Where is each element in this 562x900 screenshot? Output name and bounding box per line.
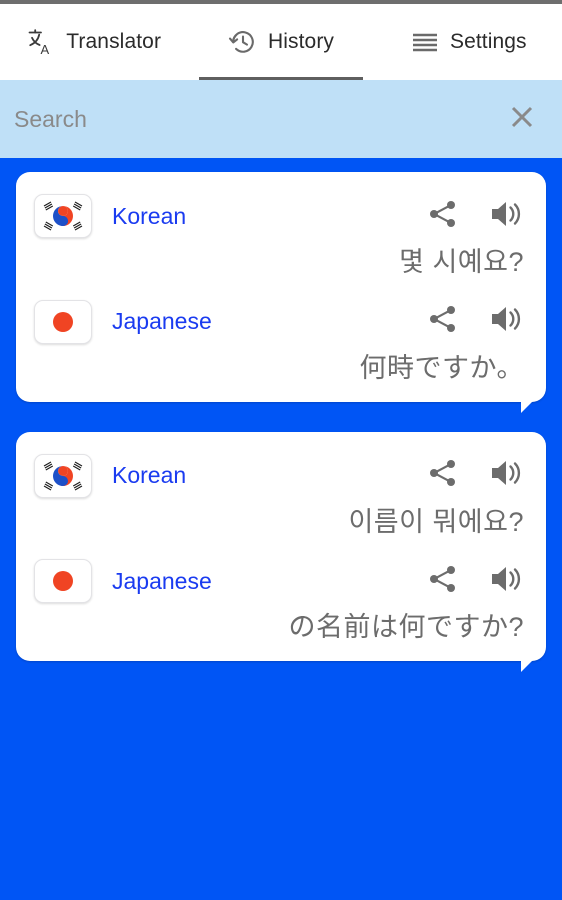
target-phrase-text: の名前は何ですか? xyxy=(288,612,524,643)
source-language-label: Korean xyxy=(112,462,187,488)
share-icon xyxy=(426,197,460,236)
target-language-label: Japanese xyxy=(112,308,212,335)
share-button[interactable] xyxy=(420,193,466,239)
share-button[interactable] xyxy=(420,299,466,345)
close-search-button[interactable] xyxy=(502,99,542,139)
history-entry-target: Japanese xyxy=(16,553,546,647)
app-root: A Translator History Settings Search Kor… xyxy=(0,0,562,900)
close-x-icon xyxy=(507,102,537,137)
speak-button[interactable] xyxy=(482,299,528,345)
tab-settings-label: Settings xyxy=(449,30,527,53)
hamburger-menu-icon xyxy=(410,27,440,57)
speaker-icon xyxy=(488,456,522,495)
search-bar xyxy=(0,80,562,158)
share-icon xyxy=(426,302,460,341)
card-tail xyxy=(521,399,534,413)
source-phrase-text: 몇 시예요? xyxy=(399,247,524,277)
japanese-flag-icon xyxy=(34,559,92,604)
speaker-icon xyxy=(488,302,522,341)
translate-icon: A xyxy=(26,27,56,57)
share-button[interactable] xyxy=(420,453,466,499)
korean-flag-icon xyxy=(34,194,92,238)
card-tail xyxy=(521,659,534,672)
share-icon xyxy=(426,456,460,495)
history-card-list: Korean 몇 시예요? Japanese 何時ですか。 Korean 이름이… xyxy=(0,158,562,900)
tab-settings[interactable]: Settings xyxy=(375,4,562,80)
korean-flag-icon xyxy=(34,453,92,498)
source-phrase-text: 이름이 뭐에요? xyxy=(348,506,524,537)
japanese-flag-icon xyxy=(34,299,92,344)
top-tab-bar: A Translator History Settings xyxy=(0,4,562,80)
source-language-label: Korean xyxy=(112,202,187,229)
history-entry-source: Korean xyxy=(16,188,546,294)
history-entry-target: Japanese xyxy=(16,294,546,388)
target-phrase-text: 何時ですか。 xyxy=(359,352,524,383)
history-card[interactable]: Korean xyxy=(16,172,546,413)
tab-translator-label: Translator xyxy=(66,30,162,53)
svg-text:A: A xyxy=(41,42,50,57)
entry-header: Japanese xyxy=(34,553,528,609)
history-entry-source: Korean xyxy=(16,448,546,554)
entry-header: Japanese xyxy=(34,294,528,350)
tab-history-label: History xyxy=(267,30,335,53)
share-icon xyxy=(426,562,460,601)
entry-header: Korean xyxy=(34,188,528,244)
entry-header: Korean xyxy=(34,448,528,504)
tab-translator[interactable]: A Translator xyxy=(0,4,187,80)
speak-button[interactable] xyxy=(482,453,528,499)
speaker-icon xyxy=(488,197,522,236)
tab-history[interactable]: History xyxy=(187,4,374,80)
speak-button[interactable] xyxy=(482,558,528,604)
speak-button[interactable] xyxy=(482,193,528,239)
target-language-label: Japanese xyxy=(112,567,212,594)
history-card[interactable]: Korean xyxy=(16,431,546,672)
speaker-icon xyxy=(488,562,522,601)
search-input[interactable] xyxy=(14,105,502,133)
history-clock-icon xyxy=(228,27,258,57)
share-button[interactable] xyxy=(420,558,466,604)
